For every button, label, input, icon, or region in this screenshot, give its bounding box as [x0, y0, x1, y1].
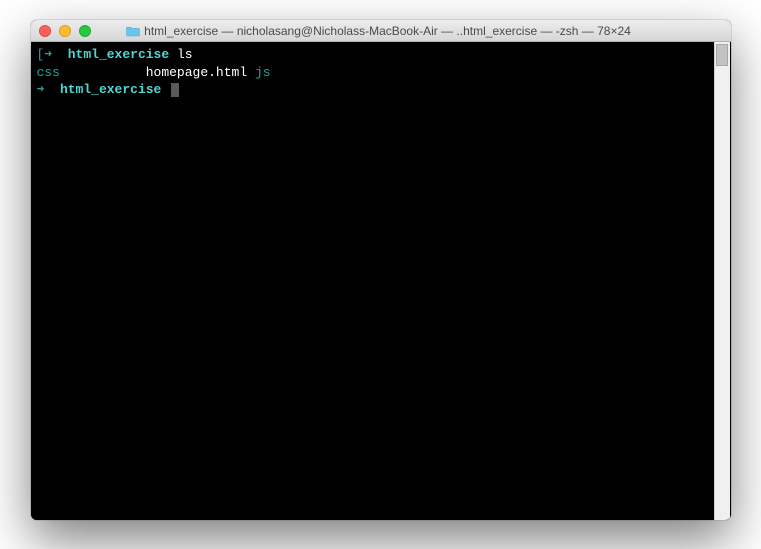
- terminal-segment: ➜: [37, 82, 60, 97]
- window-title-text: html_exercise — nicholasang@Nicholass-Ma…: [144, 24, 631, 38]
- window-titlebar[interactable]: html_exercise — nicholasang@Nicholass-Ma…: [31, 20, 731, 42]
- terminal-line: ➜ html_exercise: [37, 81, 707, 99]
- terminal-line: css homepage.html js: [37, 64, 707, 82]
- terminal-segment: html_exercise: [60, 82, 161, 97]
- terminal-segment: ls: [169, 47, 192, 62]
- terminal-body[interactable]: [➜ html_exercise lscss homepage.html js➜…: [31, 42, 731, 520]
- terminal-line: [➜ html_exercise ls: [37, 46, 707, 64]
- cursor: [171, 83, 179, 97]
- terminal-segment: [➜: [37, 47, 68, 62]
- terminal-segment: js: [255, 65, 271, 80]
- window-title: html_exercise — nicholasang@Nicholass-Ma…: [35, 24, 723, 38]
- terminal-segment: [161, 82, 169, 97]
- scrollbar-track[interactable]: [714, 42, 730, 520]
- terminal-content[interactable]: [➜ html_exercise lscss homepage.html js➜…: [37, 46, 707, 99]
- terminal-segment: html_exercise: [68, 47, 169, 62]
- terminal-window: html_exercise — nicholasang@Nicholass-Ma…: [31, 20, 731, 520]
- folder-icon: [126, 25, 140, 37]
- terminal-segment: css: [37, 65, 60, 80]
- scrollbar-thumb[interactable]: [716, 44, 728, 66]
- terminal-segment: homepage.html: [60, 65, 255, 80]
